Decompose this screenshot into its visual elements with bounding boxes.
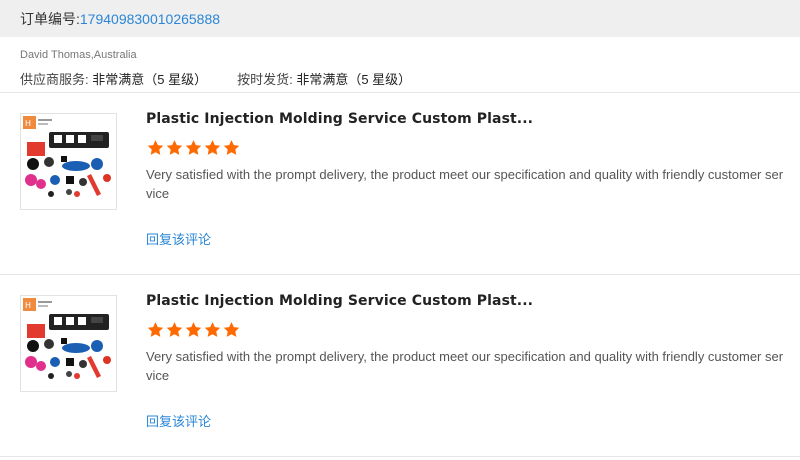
- seller-ratings: 供应商服务: 非常满意（5 星级） 按时发货: 非常满意（5 星级）: [20, 69, 780, 88]
- star-icon: [165, 321, 184, 339]
- product-image-icon: H: [21, 114, 116, 209]
- svg-text:H: H: [25, 119, 31, 128]
- reply-link[interactable]: 回复该评论: [146, 229, 211, 248]
- svg-text:H: H: [25, 301, 31, 310]
- rating-on-time-delivery: 按时发货: 非常满意（5 星级）: [237, 69, 411, 88]
- rating-value: 非常满意（5 星级）: [296, 72, 412, 87]
- rating-label: 供应商服务:: [20, 72, 89, 87]
- buyer-name: David Thomas,Australia: [20, 49, 137, 61]
- star-icon: [184, 321, 203, 339]
- star-icon: [222, 139, 241, 157]
- order-number-label: 订单编号:: [20, 10, 80, 27]
- star-icon: [146, 139, 165, 157]
- star-icon: [222, 321, 241, 339]
- rating-supplier-service: 供应商服务: 非常满意（5 星级）: [20, 69, 207, 88]
- product-title[interactable]: Plastic Injection Molding Service Custom…: [146, 293, 786, 309]
- buyer-info: David Thomas,Australia 供应商服务: 非常满意（5 星级）…: [0, 37, 800, 93]
- star-icon: [184, 139, 203, 157]
- product-thumbnail[interactable]: H: [20, 295, 117, 392]
- star-icon: [203, 139, 222, 157]
- review-item: H Plastic Injection Molding Service Cust…: [0, 275, 800, 457]
- star-icon: [165, 139, 184, 157]
- order-header: 订单编号: 179409830010265888: [0, 0, 800, 37]
- reply-link[interactable]: 回复该评论: [146, 411, 211, 430]
- star-rating: [146, 139, 786, 157]
- star-rating: [146, 321, 786, 339]
- star-icon: [203, 321, 222, 339]
- review-text: Very satisfied with the prompt delivery,…: [146, 349, 784, 383]
- product-title[interactable]: Plastic Injection Molding Service Custom…: [146, 111, 786, 127]
- rating-label: 按时发货:: [237, 72, 293, 87]
- star-icon: [146, 321, 165, 339]
- review-content: Plastic Injection Molding Service Custom…: [146, 111, 786, 249]
- review-item: H Plastic Injection Molding Service Cust…: [0, 93, 800, 275]
- product-image-icon: H: [21, 296, 116, 391]
- rating-value: 非常满意（5 星级）: [92, 72, 208, 87]
- review-text: Very satisfied with the prompt delivery,…: [146, 167, 784, 201]
- order-number-link[interactable]: 179409830010265888: [80, 11, 220, 27]
- review-content: Plastic Injection Molding Service Custom…: [146, 293, 786, 431]
- product-thumbnail[interactable]: H: [20, 113, 117, 210]
